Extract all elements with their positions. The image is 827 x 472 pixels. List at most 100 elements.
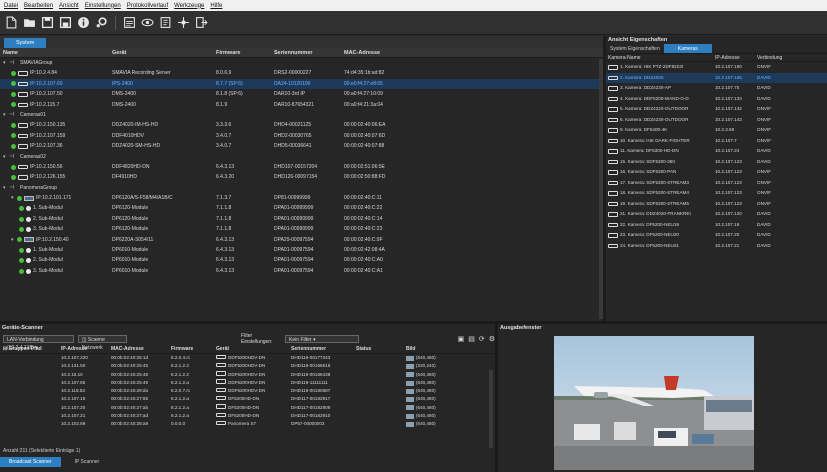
tree-device-row[interactable]: IP:10.2.150.135 DDZ4020-IM-HS-HD 3.3.3.6 DH… xyxy=(0,120,605,130)
col-scan-firmware[interactable]: Firmware xyxy=(171,345,216,353)
tree-group-row[interactable]: ▾ ⊣ Cameras01 xyxy=(0,110,605,120)
scanner-row[interactable]: 10.2.102.89 00:0b:02:40:28:a9 0.0.0.0 Panom… xyxy=(0,420,495,428)
tree-device-row[interactable]: IP:10.2.115.7 DMS-2400 8.1.9 DAR10-87654321… xyxy=(0,100,605,110)
menu-bearbeiten[interactable]: Bearbeiten xyxy=(24,3,53,9)
camera-name-cell: 4. Kamera: DDF5200-WAND-O-D xyxy=(608,94,715,105)
settings-icon[interactable] xyxy=(94,15,109,30)
scanner-row[interactable]: 10.2.107.19 00:0b:02:40:27:65 8.2.1.2.a DF5… xyxy=(0,395,495,403)
tree-device-row[interactable]: IP:10.2.107.50 DMS-2400 8.1.8 (SP:6) DAR10-… xyxy=(0,89,605,99)
col-camera-name[interactable]: Kamera-Name xyxy=(608,54,715,61)
copy-list-icon[interactable]: ▤ xyxy=(468,335,475,343)
tab-cameras[interactable]: Kameras xyxy=(663,44,712,53)
tab-ip-scanner[interactable]: IP Scanner xyxy=(61,457,114,467)
camera-row[interactable]: 11. Kamera: DF5300-HD-DN 10.2.107.24 DAVID xyxy=(606,146,827,157)
camera-row[interactable]: 16. Kamera: SDF5300-PAN 10.2.107.123 ONVIF xyxy=(606,167,827,178)
camera-row[interactable]: 4. Kamera: DDF5200-WAND-O-D 10.2.107.133 D… xyxy=(606,94,827,105)
col-image[interactable]: Bild xyxy=(406,345,466,353)
camera-row[interactable]: 22. Kamera: DF5200-NEU19 10.2.107.19 DAVID xyxy=(606,220,827,231)
col-device[interactable]: Gerät xyxy=(112,48,216,57)
save-icon[interactable] xyxy=(40,15,55,30)
scanner-row[interactable]: 10.2.107.220 00:0b:02:40:25:1d 8.2.0.4.rc D… xyxy=(0,354,495,362)
save-as-icon[interactable] xyxy=(58,15,73,30)
camera-row[interactable]: 2. Kamera: DDZ4020 10.2.107.155 DAVID xyxy=(606,72,827,83)
tree-group-row[interactable]: ▾ ⊣ Cameras02 xyxy=(0,152,605,162)
col-name[interactable]: Name xyxy=(0,48,112,57)
tab-broadcast-scanner[interactable]: Broadcast Scanner xyxy=(0,457,61,467)
menu-einstellungen[interactable]: Einstellungen xyxy=(85,3,121,9)
connection-select[interactable]: LAN-Verbindung (10.2.4.138) ▾ xyxy=(3,334,74,351)
firmware-value: 6.4.3.13 xyxy=(216,257,235,264)
refresh-icon[interactable]: ⟳ xyxy=(479,335,485,343)
tree-device-row[interactable]: IP:10.2.150.56 DDF4820HD-DN 6.4.3.13 DHD107… xyxy=(0,162,605,172)
camera-row[interactable]: 5. Kamera: DDZ4220-OUTDOOR 10.2.107.142 ON… xyxy=(606,104,827,115)
tree-group-row[interactable]: ▾ ⊣ PanomeraGroup xyxy=(0,183,605,193)
scanner-row[interactable]: 10.2.107.21 00:0b:02:40:27:ad 8.2.1.2.a DF5… xyxy=(0,412,495,420)
tree-device-row[interactable]: 3. Sub-Modul DP6010-Module 6.4.3.13 DPA01-0… xyxy=(0,266,605,276)
camera-row[interactable]: 3. Kamera: DDZ4230-AP 10.2.107.75 DAVID xyxy=(606,83,827,94)
col-scan-serial[interactable]: Seriennummer xyxy=(291,345,356,353)
col-scan-device[interactable]: Gerät xyxy=(216,345,291,353)
scanner-row[interactable]: 10.2.118.53 00:0b:02:40:28:da 8.2.0.7.rc DD… xyxy=(0,387,495,395)
tab-system[interactable]: System xyxy=(4,38,47,48)
open-folder-icon[interactable] xyxy=(22,15,37,30)
col-ip[interactable]: IP-Adresse xyxy=(715,54,757,61)
info-icon[interactable] xyxy=(76,15,91,30)
menu-hilfe[interactable]: Hilfe xyxy=(210,3,222,9)
camera-row[interactable]: 1. Kamera: HIK PTZ-2DF8223I 10.2.107.190 O… xyxy=(606,62,827,73)
col-mac[interactable]: MAC-Adresse xyxy=(344,48,494,57)
export-icon[interactable] xyxy=(194,15,209,30)
camera-row[interactable]: 18. Kamera: SDF5300-STREAM4 10.2.107.123 O… xyxy=(606,188,827,199)
camera-name-cell: 15. Kamera: SDF5300-360 xyxy=(608,157,715,168)
camera-row[interactable]: 9. Kamera: DF5400-4K 10.2.3.69 ONVIF xyxy=(606,125,827,136)
new-file-icon[interactable] xyxy=(4,15,19,30)
col-firmware[interactable]: Firmware xyxy=(216,48,274,57)
tree-device-row[interactable]: IP:10.2.107.36 DDZ4020-SM-HS-HD 3.4.0.7 DHD… xyxy=(0,141,605,151)
tree-device-row[interactable]: IP:10.2.107.60 IPS-2400 8.7.7 (SP:6) DA24-1… xyxy=(0,78,605,90)
menu-werkzeuge[interactable]: Werkzeuge xyxy=(174,3,204,9)
scanner-row[interactable]: 10.2.18.10 00:0b:02:40:25:48 8.2.1.2.2 DDF5… xyxy=(0,371,495,379)
camera-row[interactable]: 6. Kamera: DDZ4230-OUTDOOR 10.2.107.143 ON… xyxy=(606,115,827,126)
menu-ansicht[interactable]: Ansicht xyxy=(59,3,79,9)
view-eye-icon[interactable] xyxy=(140,15,155,30)
tree-device-row[interactable]: ▾ IP:10.2.150.40 DP6220A-S054/11 6.4.3.13 DP… xyxy=(0,235,605,245)
layout-icon[interactable] xyxy=(122,15,137,30)
camera-row[interactable]: 15. Kamera: SDF5300-360 10.2.107.123 DAVID xyxy=(606,157,827,168)
tree-device-row[interactable]: IP:10.2.126.155 DF4910HD 6.4.3.20 DHD126-00… xyxy=(0,172,605,182)
camera-row[interactable]: 24. Kamera: DF5200-NEU21 10.2.107.21 DAVID xyxy=(606,241,827,252)
scanner-row[interactable]: 10.2.107.65 00:0b:02:40:25:49 8.2.1.2.a DDF… xyxy=(0,379,495,387)
tree-device-row[interactable]: 2. Sub-Modul DP6120-Module 7.1.1.8 DPA01-00… xyxy=(0,214,605,224)
col-connection[interactable]: Verbindung xyxy=(757,54,817,61)
export-list-icon[interactable]: ▣ xyxy=(458,335,465,343)
scanner-row[interactable]: 10.2.131.50 00:0b:02:40:25:45 8.2.1.2.2 DDF… xyxy=(0,362,495,370)
camera-connection: DAVID xyxy=(757,74,771,80)
tree-device-row[interactable]: 3. Sub-Modul DP6120-Module 7.1.1.8 DPA01-00… xyxy=(0,224,605,234)
tree-device-row[interactable]: IP:10.2.4.84 SMAVIA Recording Server 8.0.6… xyxy=(0,68,605,78)
document-icon[interactable] xyxy=(158,15,173,30)
tab-system-properties[interactable]: System Eigenschaften xyxy=(606,44,664,53)
camera-row[interactable]: 23. Kamera: DF5200-NEU20 10.2.107.20 DAVID xyxy=(606,230,827,241)
tree-group-row[interactable]: ▾ ⊣ SMAVIAGroup xyxy=(0,58,605,68)
camera-row[interactable]: 17. Kamera: SDF5300-STREAM3 10.2.107.123 O… xyxy=(606,178,827,189)
camera-icon xyxy=(608,201,618,206)
network-icon[interactable] xyxy=(176,15,191,30)
camera-icon xyxy=(216,395,226,401)
tree-device-row[interactable]: ▾ IP:10.2.101.171 DP6120A/S-F58/M4/A1B/C 7.… xyxy=(0,193,605,203)
col-serial[interactable]: Seriennummer xyxy=(274,48,344,57)
tree-device-row[interactable]: 2. Sub-Modul DP6010-Module 6.4.3.13 DPA01-0… xyxy=(0,255,605,265)
camera-row[interactable]: 19. Kamera: SDF5300-STREAM5 10.2.107.123 O… xyxy=(606,199,827,210)
filter-select[interactable]: Kein Filter ▾ xyxy=(285,334,359,343)
camera-row[interactable]: 21. Kamera: DDZ4020-FRANKREI 10.2.107.120… xyxy=(606,209,827,220)
col-mac-address[interactable]: MAC-Adresse xyxy=(111,345,171,353)
col-status[interactable]: Status xyxy=(356,345,406,353)
tree-device-row[interactable]: IP:10.2.107.159 DDF4010HDV 3.4.0.7 DHD2-000… xyxy=(0,131,605,141)
menu-datei[interactable]: Datei xyxy=(4,3,18,9)
col-ip-address[interactable]: IP-Adresse xyxy=(61,345,111,353)
camera-row[interactable]: 10. Kamera: HIK DARK-FIGHTER 10.2.107.7 ON… xyxy=(606,136,827,147)
menu-protokollverlauf[interactable]: Protokollverlauf xyxy=(127,3,168,9)
scan-network-button[interactable]: ◫ Scanne Netzwerk xyxy=(77,334,128,351)
col-group-path[interactable]: ⊟ Gruppen Pfad xyxy=(3,345,61,353)
tree-device-row[interactable]: 1. Sub-Modul DP6010-Module 6.4.3.13 DPA01-0… xyxy=(0,245,605,255)
scanner-row[interactable]: 10.2.107.20 00:0b:02:40:27:ab 8.2.1.2.a DF5… xyxy=(0,404,495,412)
scanner-scrollbar[interactable] xyxy=(489,370,493,448)
tree-device-row[interactable]: 1. Sub-Modul DP6120-Module 7.1.1.8 DPA01-00… xyxy=(0,203,605,213)
